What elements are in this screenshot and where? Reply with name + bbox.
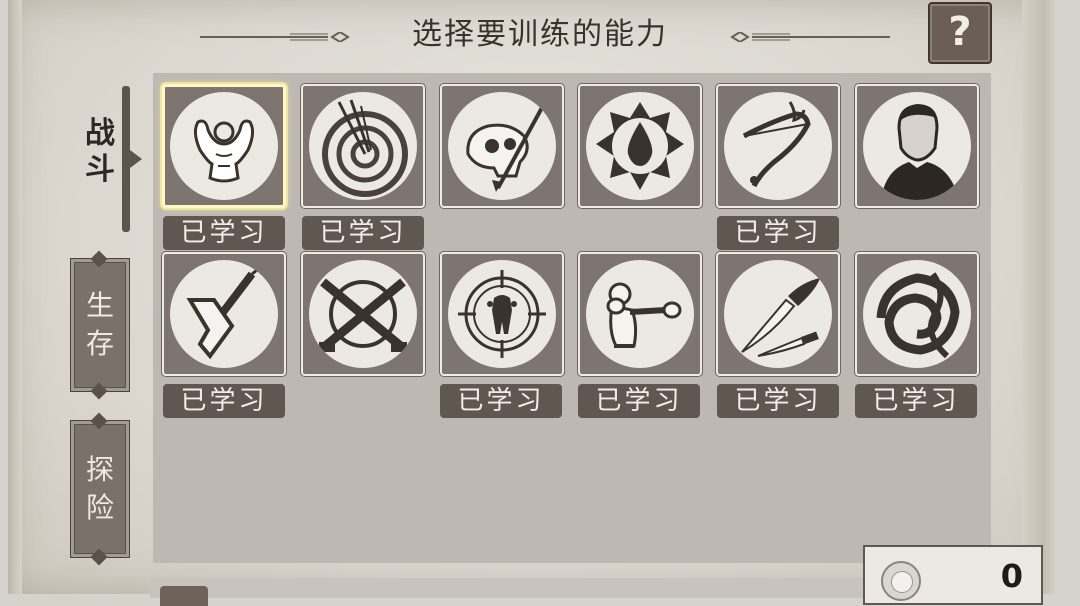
tab-exploration-label: 探险 (85, 453, 114, 524)
bow-icon (724, 92, 832, 200)
knives-icon (724, 260, 832, 368)
learned-badge: 已学习 (163, 216, 285, 250)
skill-intimidation[interactable] (855, 84, 979, 208)
currency-display: 0 (863, 545, 1043, 605)
coin-icon (881, 561, 921, 601)
learned-badge: 已学习 (163, 384, 285, 418)
paper-edge-left (8, 0, 22, 594)
skill-hunting-spear[interactable] (440, 84, 564, 208)
boxer-icon (586, 260, 694, 368)
crossed-rifles-icon (309, 260, 417, 368)
skill-boxing[interactable] (578, 252, 702, 376)
tab-combat-label: 战斗 (85, 116, 115, 187)
help-button[interactable]: ? (928, 2, 992, 64)
learned-badge: 已学习 (578, 384, 700, 418)
tab-exploration[interactable]: 探险 (70, 420, 130, 558)
swirl-icon (863, 260, 971, 368)
tab-active-arrow-icon (130, 150, 142, 168)
hatchet-icon (170, 260, 278, 368)
paper-edge-right (1022, 0, 1058, 594)
skill-evasion[interactable] (855, 252, 979, 376)
skill-strength[interactable] (162, 84, 286, 208)
skill-hatchet[interactable] (162, 252, 286, 376)
man-portrait-icon (863, 92, 971, 200)
skill-knives[interactable] (716, 252, 840, 376)
description-icon (160, 586, 208, 606)
blood-drop-icon (586, 92, 694, 200)
learned-badge: 已学习 (855, 384, 977, 418)
learned-badge: 已学习 (717, 216, 839, 250)
tab-active-indicator (122, 86, 130, 232)
learned-badge: 已学习 (302, 216, 424, 250)
title-ornament-left-icon (200, 32, 350, 42)
skill-bleeding[interactable] (578, 84, 702, 208)
page-title: 选择要训练的能力 (412, 17, 668, 52)
currency-value: 0 (1000, 557, 1023, 595)
arrow-target-icon (309, 92, 417, 200)
tab-survival-label: 生存 (85, 289, 114, 360)
skill-bow[interactable] (716, 84, 840, 208)
strong-man-icon (170, 92, 278, 200)
bear-crosshair-icon (448, 260, 556, 368)
skill-description-bar (150, 578, 870, 598)
learned-badge: 已学习 (717, 384, 839, 418)
title-ornament-right-icon (730, 32, 890, 42)
skill-archery[interactable] (301, 84, 425, 208)
skill-bear-hunting[interactable] (440, 252, 564, 376)
learned-badge: 已学习 (440, 384, 562, 418)
skull-spear-icon (448, 92, 556, 200)
skill-firearms[interactable] (301, 252, 425, 376)
tab-survival[interactable]: 生存 (70, 258, 130, 392)
